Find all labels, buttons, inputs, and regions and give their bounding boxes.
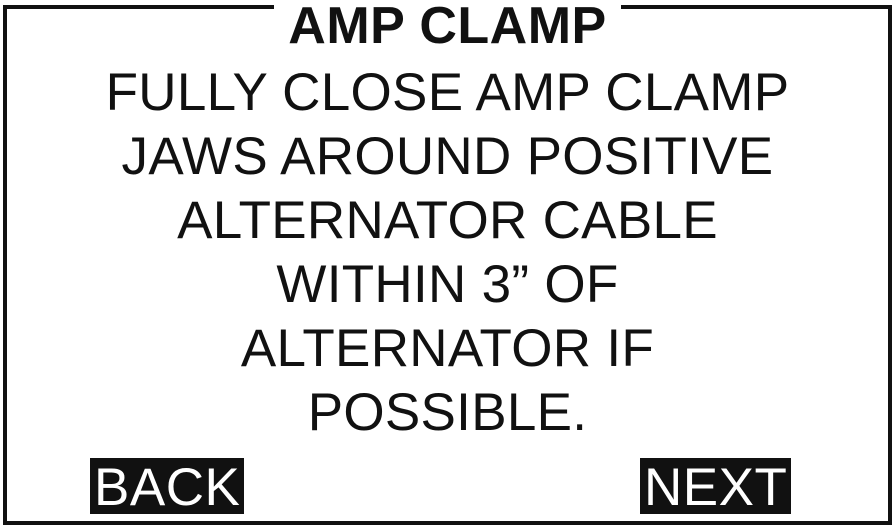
next-button[interactable]: NEXT: [640, 458, 792, 517]
instruction-line: POSSIBLE.: [307, 383, 588, 442]
instruction-text: FULLY CLOSE AMP CLAMP JAWS AROUND POSITI…: [7, 61, 888, 445]
instruction-line: JAWS AROUND POSITIVE: [121, 127, 774, 186]
instruction-line: ALTERNATOR CABLE: [177, 191, 718, 250]
screen-title: AMP CLAMP: [274, 0, 621, 55]
back-button[interactable]: BACK: [90, 458, 245, 517]
instruction-line: WITHIN 3” OF: [276, 255, 619, 314]
title-bar: AMP CLAMP: [7, 0, 888, 55]
instruction-line: FULLY CLOSE AMP CLAMP: [105, 63, 790, 122]
instruction-line: ALTERNATOR IF: [240, 319, 655, 378]
screen-frame: AMP CLAMP FULLY CLOSE AMP CLAMP JAWS ARO…: [3, 0, 892, 525]
